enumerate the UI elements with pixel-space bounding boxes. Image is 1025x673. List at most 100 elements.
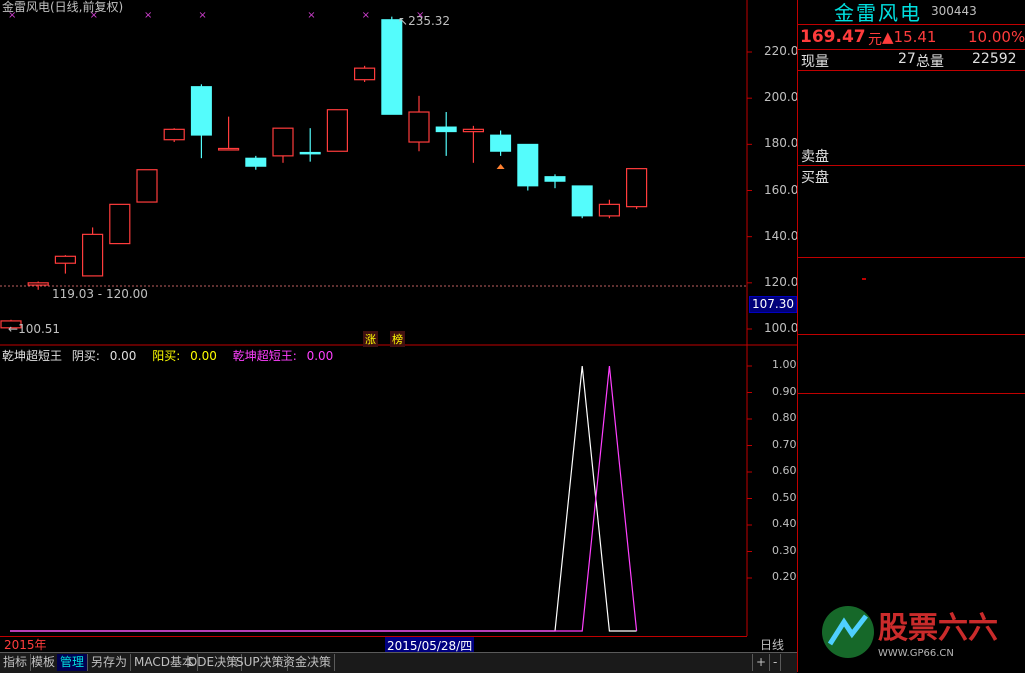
- signal-marker: ×: [362, 10, 370, 21]
- candle: [272, 127, 294, 163]
- candle-body: [354, 67, 376, 81]
- indicator-series-line: [10, 365, 637, 632]
- price-tick: 140.0: [764, 228, 799, 243]
- total-volume-label: 总量: [916, 54, 944, 70]
- stock-header: 金雷风电 300443: [798, 0, 1025, 25]
- tab-3[interactable]: 另存为: [88, 654, 132, 671]
- candle: [354, 65, 376, 83]
- kline-chart-area[interactable]: × × × × × × × 金雷风电(日线,前复权) ↖235.32 119.03 - 12…: [0, 0, 799, 654]
- range-label: 119.03 - 120.00: [52, 287, 148, 301]
- indicator-title: 乾坤超短王 阴买: 0.00 阳买: 0.00 乾坤超短王: 0.00: [2, 347, 345, 364]
- candle: [490, 130, 512, 156]
- indicator-tick: 0.50: [772, 490, 797, 504]
- trade-row[interactable]: [798, 522, 1025, 540]
- indicator-tick: 0.80: [772, 411, 797, 424]
- stats-row: [798, 297, 1025, 315]
- min-price-value: 100.51: [18, 322, 61, 336]
- stats-row: [798, 278, 1025, 296]
- period-label[interactable]: 日线: [760, 636, 784, 653]
- candle-body: [109, 203, 131, 245]
- yinmai-label: 阴买: 0.00: [71, 349, 137, 363]
- price-tick: 180.0: [764, 136, 799, 151]
- candle-body: [462, 128, 484, 133]
- quote-panel: 金雷风电 300443 169.47 元 ▲15.41 10.00% 现量 27…: [797, 0, 1025, 672]
- bottom-toolbar: 指标 模板 管理 另存为 MACD基本 DDE决策 SUP决策 资金决策 + -: [0, 652, 797, 673]
- signal-arrow: [496, 164, 505, 169]
- price-tick: 220.0: [764, 44, 799, 58]
- trade-row[interactable]: [798, 504, 1025, 522]
- candle-body: [544, 176, 566, 182]
- candle: [109, 203, 131, 245]
- trade-row[interactable]: [798, 450, 1025, 468]
- candle: [598, 199, 621, 219]
- buy-level-row[interactable]: [798, 206, 1025, 224]
- indicator-series-line: [10, 365, 638, 632]
- candle-body: [435, 126, 457, 133]
- candle: [163, 128, 185, 143]
- candle-body: [190, 86, 212, 136]
- price-tick: 160.0: [764, 182, 799, 197]
- candle: [571, 185, 593, 219]
- indicator-tick: 0.60: [772, 464, 797, 477]
- indicator-tick: 0.30: [772, 543, 797, 557]
- zoom-in-button[interactable]: +: [752, 654, 771, 671]
- watermark-text: 股票六六: [878, 611, 998, 646]
- candle-body: [326, 109, 348, 152]
- fund-row: [798, 355, 1025, 373]
- stock-name: 金雷风电: [834, 1, 922, 25]
- price-tick: 100.0: [764, 321, 799, 335]
- price-pct: 10.00%: [968, 28, 1025, 46]
- chart-canvas[interactable]: × × × × × × ×: [0, 0, 797, 652]
- buy-level-row[interactable]: [798, 188, 1025, 206]
- price-row: 169.47 元 ▲15.41 10.00%: [798, 27, 1025, 49]
- candle-body: [625, 168, 648, 208]
- candle: [625, 168, 648, 209]
- candle-body: [163, 128, 185, 141]
- candle: [326, 109, 348, 152]
- candle: [435, 112, 457, 156]
- stock-code: 300443: [931, 4, 977, 18]
- tab-0[interactable]: 指标: [0, 654, 32, 671]
- yangmai-label: 阳买: 0.00: [152, 349, 217, 363]
- candle-body: [54, 255, 77, 264]
- x-axis: 2015年 2015/05/28/四: [0, 636, 747, 654]
- max-price-label: ↖235.32: [398, 14, 451, 28]
- zoom-out-button[interactable]: -: [770, 654, 782, 671]
- candle: [462, 125, 484, 163]
- tag-bang[interactable]: 榜: [390, 331, 405, 347]
- tab-2[interactable]: 管理: [57, 654, 89, 671]
- tab-7[interactable]: 资金决策: [280, 654, 336, 671]
- trade-row[interactable]: [798, 431, 1025, 449]
- stats-row: [798, 259, 1025, 277]
- now-volume-label: 现量: [801, 54, 829, 70]
- trade-row[interactable]: [798, 395, 1025, 413]
- candle: [81, 227, 104, 277]
- trade-row[interactable]: [798, 541, 1025, 559]
- candle: [245, 155, 267, 170]
- price-unit: 元: [868, 32, 882, 48]
- indicator-name[interactable]: 乾坤超短王: [2, 349, 62, 363]
- watermark-logo: 股票六六 WWW.GP66.CN: [822, 606, 998, 659]
- signal-marker: ×: [198, 10, 206, 21]
- fund-row: [798, 374, 1025, 392]
- trade-row[interactable]: [798, 559, 1025, 577]
- candle-body: [218, 147, 240, 151]
- trade-row[interactable]: [798, 486, 1025, 504]
- price-tick: 200.0: [764, 90, 799, 105]
- trade-row[interactable]: [798, 577, 1025, 595]
- buy-level-row[interactable]: [798, 224, 1025, 242]
- sell-label: 卖盘: [801, 149, 829, 165]
- candle-body: [408, 111, 430, 143]
- trade-row[interactable]: [798, 413, 1025, 431]
- candle: [517, 143, 539, 191]
- qiankun-label: 乾坤超短王: 0.00: [232, 349, 334, 363]
- signal-marker: ×: [144, 10, 152, 21]
- tab-1[interactable]: 模板: [28, 654, 60, 671]
- total-volume-value: 22592: [972, 51, 1017, 67]
- candle-body: [598, 203, 621, 217]
- tag-zhang[interactable]: 涨: [363, 331, 378, 347]
- max-price-value: 235.32: [408, 14, 451, 28]
- buy-level-row[interactable]: [798, 167, 1025, 185]
- trade-row[interactable]: [798, 468, 1025, 486]
- chart-title: 金雷风电(日线,前复权): [2, 0, 124, 14]
